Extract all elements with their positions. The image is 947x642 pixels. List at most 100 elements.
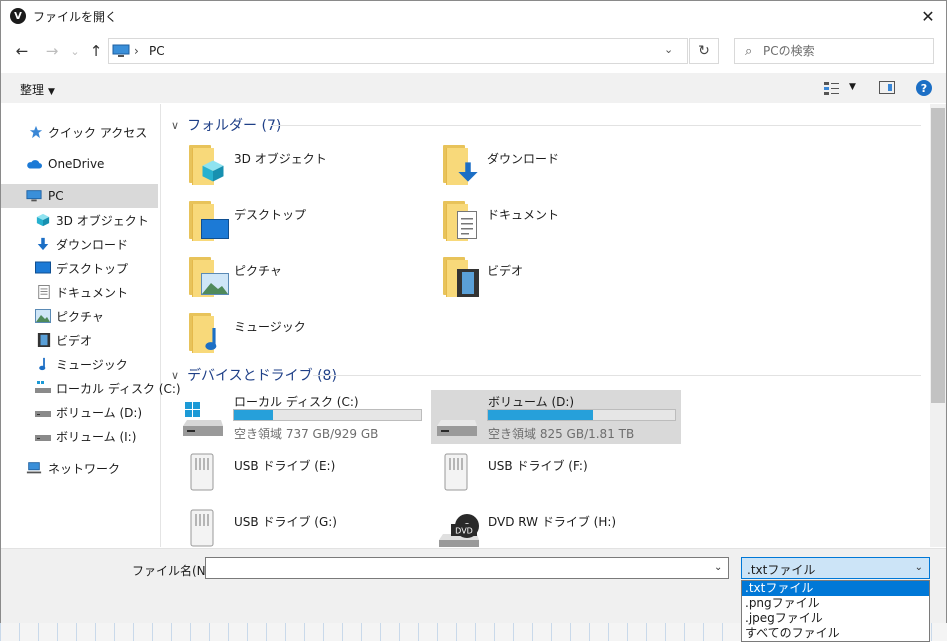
sidebar-item-onedrive[interactable]: OneDrive (1, 152, 158, 176)
title-bar: V ファイルを開く ✕ (1, 1, 946, 31)
vertical-scrollbar[interactable] (930, 104, 946, 547)
back-button[interactable]: ← (11, 40, 33, 62)
drive-usage-fill (488, 410, 593, 420)
music-icon (39, 357, 46, 371)
folders-group-title: フォルダー (7) (187, 118, 282, 134)
drive-e[interactable]: USB ドライブ (E:) (177, 450, 427, 504)
view-options-caret-icon[interactable]: ▼ (849, 82, 856, 92)
organize-menu-button[interactable]: 整理 ▼ (20, 81, 55, 98)
file-type-option[interactable]: .jpegファイル (742, 611, 929, 626)
folder-desktop[interactable]: デスクトップ (185, 198, 435, 252)
sidebar-item-drive-i[interactable]: ボリューム (I:) (1, 424, 158, 448)
folder-videos[interactable]: ビデオ (439, 254, 689, 308)
sidebar-item-quick-access[interactable]: クイック アクセス (1, 120, 158, 144)
sidebar-item-drive-d[interactable]: ボリューム (D:) (1, 400, 158, 424)
group-divider (313, 375, 921, 376)
sidebar-item-pc[interactable]: PC (1, 184, 158, 208)
organize-label: 整理 (20, 83, 45, 97)
drive-h[interactable]: DVD DVD RW ドライブ (H:) (431, 506, 681, 547)
sidebar-item-videos[interactable]: ビデオ (1, 328, 158, 352)
arrow-left-icon: ← (15, 42, 29, 60)
drive-c[interactable]: ローカル ディスク (C:) 空き領域 737 GB/929 GB (177, 390, 433, 444)
drive-label: ローカル ディスク (C:) (234, 395, 359, 409)
pc-icon (112, 44, 130, 57)
sidebar-item-label: ボリューム (D:) (56, 405, 143, 420)
drive-icon (35, 435, 51, 441)
drive-label: USB ドライブ (G:) (234, 515, 337, 529)
arrow-up-icon: ↑ (89, 42, 103, 60)
folder-icon (189, 201, 229, 241)
usb-drive-icon (190, 509, 214, 547)
sidebar-item-network[interactable]: ネットワーク (1, 456, 158, 480)
change-view-icon[interactable] (823, 81, 841, 95)
sidebar-item-label: ネットワーク (48, 461, 121, 476)
refresh-button[interactable]: ↻ (689, 38, 719, 64)
drive-f[interactable]: USB ドライブ (F:) (431, 450, 681, 504)
chevron-down-icon: ⌄ (70, 44, 80, 58)
filename-label: ファイル名(N): (132, 564, 215, 578)
drive-icon (437, 420, 477, 436)
chevron-down-icon: ∨ (171, 368, 180, 382)
desktop-icon (35, 261, 51, 274)
file-type-select[interactable]: .txtファイル ⌄ (741, 557, 930, 579)
search-box[interactable]: ⌕ (734, 38, 934, 64)
forward-button[interactable]: → (41, 40, 63, 62)
sidebar-item-downloads[interactable]: ダウンロード (1, 232, 158, 256)
up-button[interactable]: ↑ (85, 40, 107, 62)
address-dropdown-icon[interactable]: ⌄ (664, 43, 673, 56)
folder-downloads[interactable]: ダウンロード (439, 142, 689, 196)
folder-icon (443, 201, 477, 241)
windows-drive-icon (183, 402, 223, 436)
open-file-dialog: V ファイルを開く ✕ ← → ⌄ ↑ › PC ⌄ ↻ ⌕ 整理▼ (0, 0, 947, 642)
navigation-pane: クイック アクセス OneDrive PC 3D オブジェクト ダウンロード デ… (1, 104, 181, 547)
sidebar-item-documents[interactable]: ドキュメント (1, 280, 158, 304)
folder-pictures[interactable]: ピクチャ (185, 254, 435, 308)
star-icon (29, 125, 43, 139)
folder-music[interactable]: ミュージック (185, 310, 435, 364)
scrollbar-thumb[interactable] (931, 108, 945, 403)
help-button[interactable]: ? (916, 80, 932, 96)
search-input[interactable] (763, 42, 923, 60)
close-icon: ✕ (921, 6, 935, 26)
sidebar-item-3d-objects[interactable]: 3D オブジェクト (1, 208, 158, 232)
video-icon (457, 269, 479, 297)
drive-g[interactable]: USB ドライブ (G:) (177, 506, 427, 547)
cloud-icon (27, 160, 42, 169)
sidebar-item-music[interactable]: ミュージック (1, 352, 158, 376)
drive-label: DVD RW ドライブ (H:) (488, 515, 617, 529)
folder-label: ピクチャ (234, 264, 282, 278)
file-type-option[interactable]: .txtファイル (742, 581, 929, 596)
address-bar[interactable]: › PC ⌄ (108, 38, 688, 64)
breadcrumb-pc[interactable]: PC (149, 44, 165, 58)
close-button[interactable]: ✕ (915, 5, 941, 27)
folders-group-header[interactable]: ∨ フォルダー (7) (171, 115, 281, 135)
drive-label: ボリューム (D:) (488, 395, 575, 409)
picture-icon (201, 273, 229, 295)
refresh-icon: ↻ (698, 43, 710, 59)
sidebar-item-pictures[interactable]: ピクチャ (1, 304, 158, 328)
file-type-option[interactable]: すべてのファイル (742, 626, 929, 641)
pc-icon (26, 190, 42, 202)
music-icon (205, 328, 217, 350)
picture-icon (35, 309, 51, 323)
folder-3d-objects[interactable]: 3D オブジェクト (185, 142, 435, 196)
folder-icon (189, 145, 224, 185)
folder-documents[interactable]: ドキュメント (439, 198, 689, 252)
sidebar-item-drive-c[interactable]: ローカル ディスク (C:) (1, 376, 181, 400)
drive-free-space: 空き領域 737 GB/929 GB (234, 427, 379, 441)
arrow-right-icon: → (45, 42, 59, 60)
sidebar-item-desktop[interactable]: デスクトップ (1, 256, 158, 280)
recent-locations-button[interactable]: ⌄ (64, 40, 86, 62)
folder-label: ビデオ (487, 264, 524, 278)
sidebar-item-label: ビデオ (56, 333, 93, 348)
drive-d[interactable]: ボリューム (D:) 空き領域 825 GB/1.81 TB (431, 390, 681, 444)
document-icon (457, 211, 477, 239)
filename-input[interactable] (205, 557, 729, 579)
filename-history-dropdown-icon[interactable]: ⌄ (714, 562, 722, 573)
download-icon (458, 162, 478, 182)
preview-pane-button[interactable] (879, 81, 895, 94)
window-title: ファイルを開く (33, 10, 118, 24)
video-icon (37, 333, 51, 347)
windows-drive-icon (35, 381, 51, 393)
file-type-option[interactable]: .pngファイル (742, 596, 929, 611)
